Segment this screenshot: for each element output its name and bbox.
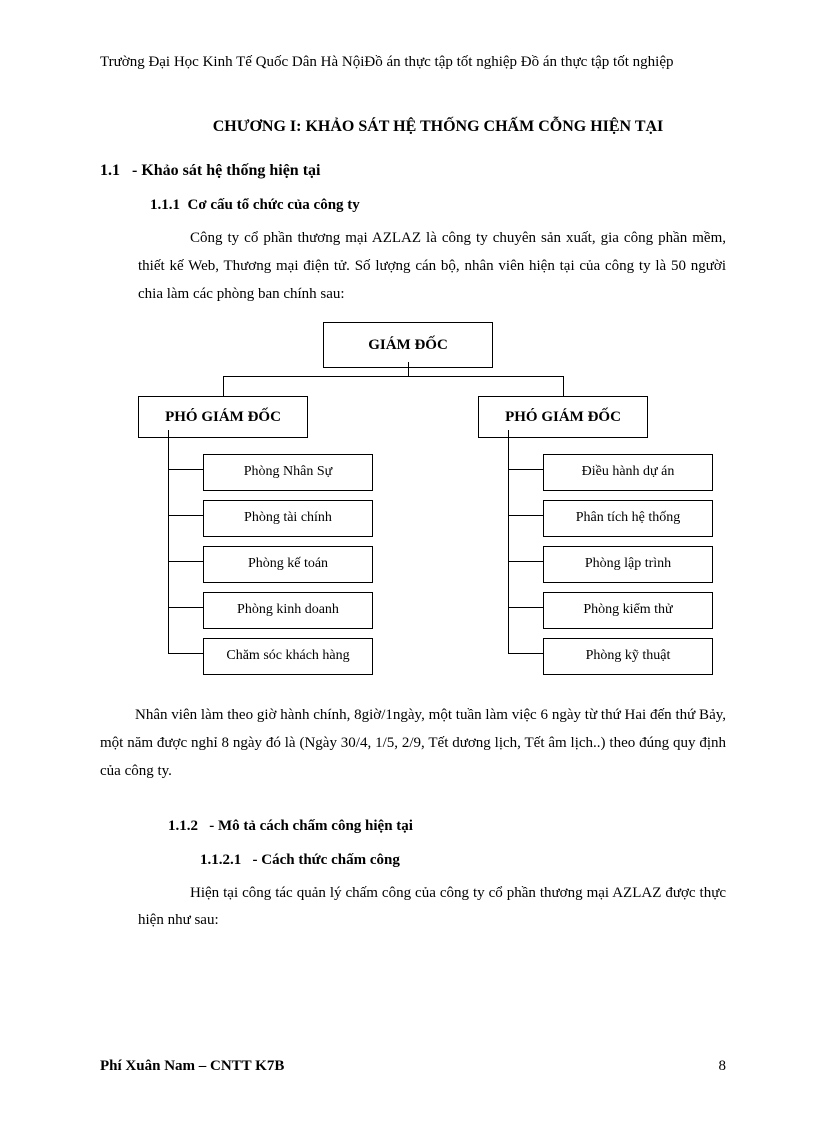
subsection-title: Cơ cấu tổ chức của công ty (188, 197, 360, 213)
org-chart: GIÁM ĐỐC PHÓ GIÁM ĐỐC PHÓ GIÁM ĐỐC Phòng… (138, 322, 726, 692)
org-line (508, 653, 543, 654)
org-dept-box: Chăm sóc khách hàng (203, 638, 373, 674)
org-line (223, 376, 563, 377)
org-dept-box: Phòng kỹ thuật (543, 638, 713, 674)
org-line (508, 430, 509, 654)
page-number: 8 (719, 1054, 727, 1078)
org-line (168, 430, 169, 654)
subsection-1-1-2-1: 1.1.2.1 - Cách thức chấm công (200, 848, 726, 872)
subsection-title: - Mô tả cách chấm công hiện tại (209, 818, 413, 834)
paragraph-1121: Hiện tại công tác quản lý chấm công của … (138, 880, 726, 936)
org-vp-right-box: PHÓ GIÁM ĐỐC (478, 396, 648, 438)
subsection-title: - Cách thức chấm công (253, 852, 400, 868)
chapter-title: CHƯƠNG I: KHẢO SÁT HỆ THỐNG CHẤM CỖNG HI… (150, 114, 726, 140)
subsection-number: 1.1.2.1 (200, 852, 241, 868)
subsection-1-1-2: 1.1.2 - Mô tả cách chấm công hiện tại (168, 814, 726, 838)
org-line (408, 362, 409, 376)
org-line (168, 561, 203, 562)
org-line (168, 607, 203, 608)
org-dept-box: Phòng tài chính (203, 500, 373, 536)
org-line (508, 607, 543, 608)
section-1-1: 1.1 - Khảo sát hệ thống hiện tại (100, 158, 726, 184)
org-dept-box: Phòng kế toán (203, 546, 373, 582)
org-line (168, 469, 203, 470)
org-dept-box: Phòng kinh doanh (203, 592, 373, 628)
org-line (508, 561, 543, 562)
subsection-number: 1.1.2 (168, 818, 198, 834)
org-dept-box: Phòng kiểm thử (543, 592, 713, 628)
org-dept-box: Điều hành dự án (543, 454, 713, 490)
org-line (508, 515, 543, 516)
org-line (563, 376, 564, 396)
org-dept-box: Phòng Nhân Sự (203, 454, 373, 490)
org-vp-left-box: PHÓ GIÁM ĐỐC (138, 396, 308, 438)
org-line (168, 653, 203, 654)
section-title: - Khảo sát hệ thống hiện tại (132, 162, 320, 179)
paragraph-intro: Công ty cổ phần thương mại AZLAZ là công… (138, 225, 726, 308)
org-dept-box: Phòng lập trình (543, 546, 713, 582)
paragraph-after-chart: Nhân viên làm theo giờ hành chính, 8giờ/… (100, 702, 726, 785)
org-line (168, 515, 203, 516)
org-dept-box: Phân tích hệ thống (543, 500, 713, 536)
org-line (508, 469, 543, 470)
section-number: 1.1 (100, 162, 120, 179)
footer-author: Phí Xuân Nam – CNTT K7B (100, 1054, 284, 1078)
org-line (223, 376, 224, 396)
subsection-1-1-1: 1.1.1 Cơ cấu tổ chức của công ty (150, 193, 726, 217)
subsection-number: 1.1.1 (150, 197, 180, 213)
page-header: Trường Đại Học Kinh Tế Quốc Dân Hà NộiĐồ… (100, 50, 726, 74)
page-footer: Phí Xuân Nam – CNTT K7B 8 (100, 1054, 726, 1078)
